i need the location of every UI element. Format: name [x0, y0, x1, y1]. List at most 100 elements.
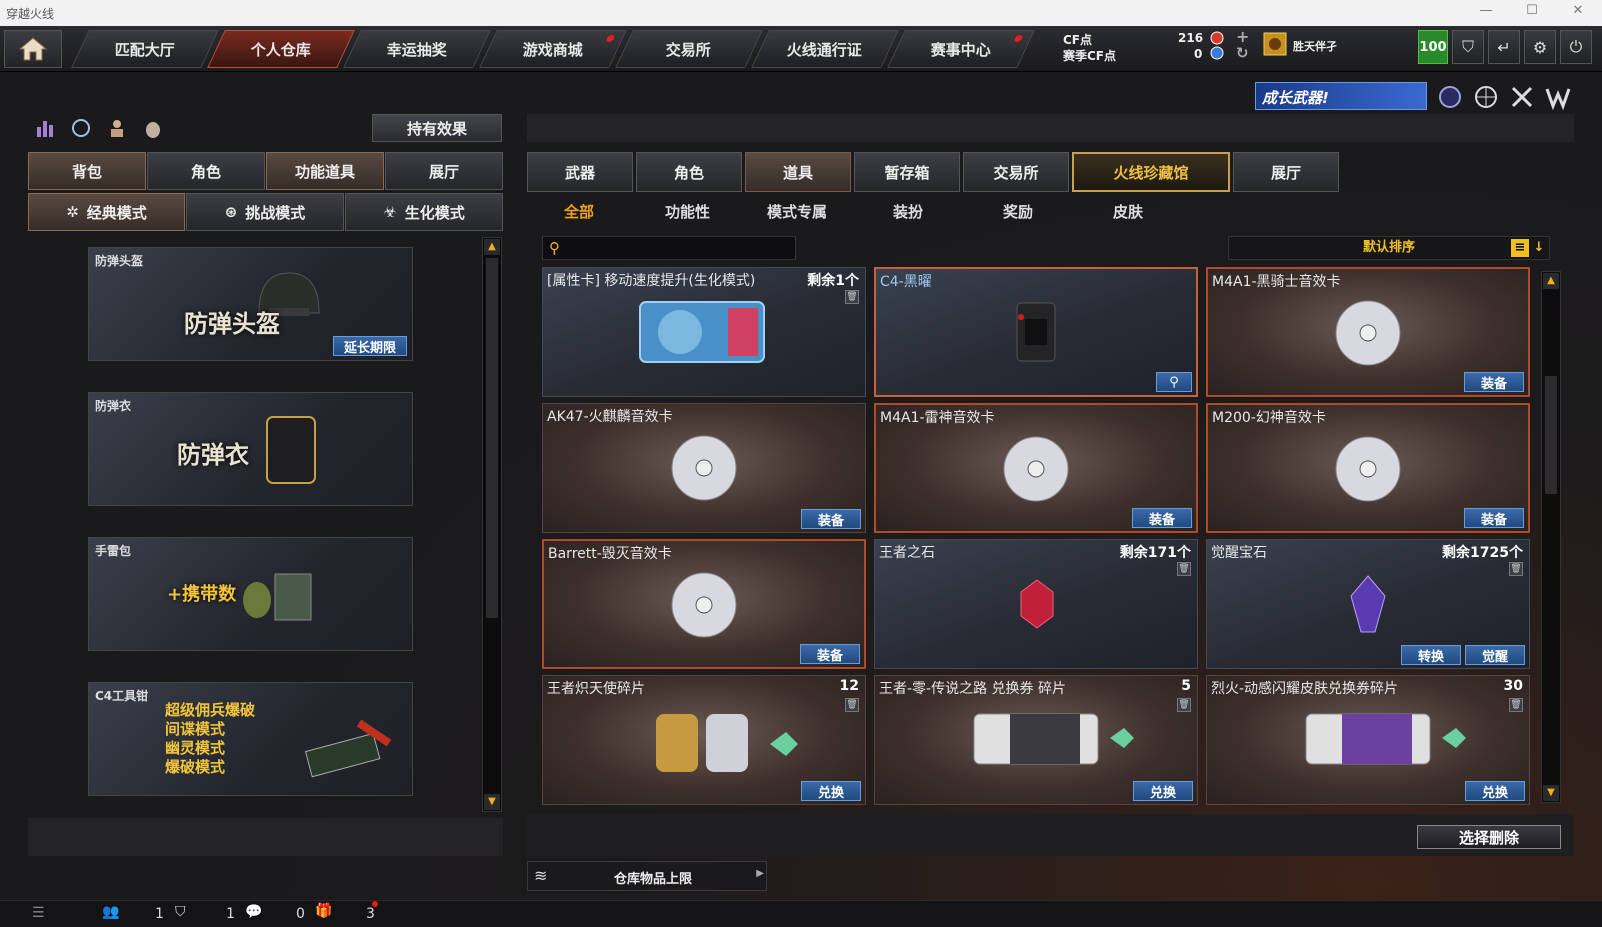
item-card[interactable]: AK47-火麒麟音效卡 装备 — [542, 403, 866, 533]
item-card[interactable]: Barrett-毁灭音效卡 装备 — [542, 539, 866, 669]
mode-challenge[interactable]: ⊛ 挑战模式 — [186, 193, 344, 231]
sort-order-icon[interactable]: ↓ — [1531, 239, 1547, 257]
awaken-button[interactable]: 觉醒 — [1465, 645, 1525, 665]
equip-button[interactable]: 装备 — [800, 644, 860, 664]
convert-button[interactable]: 转换 — [1401, 645, 1461, 665]
mode-zombie[interactable]: ☣ 生化模式 — [345, 193, 503, 231]
extend-duration-button[interactable]: 延长期限 — [333, 336, 407, 356]
inspect-button[interactable]: ⚲ — [1156, 372, 1192, 392]
item-card[interactable]: 王者炽天使碎片 12 🗑 兑换 — [542, 675, 866, 805]
tab-weapons[interactable]: 武器 — [527, 152, 633, 192]
tab-showroom[interactable]: 展厅 — [385, 152, 503, 190]
equip-button[interactable]: 装备 — [1464, 508, 1524, 528]
expand-arrow-icon[interactable]: ▶ — [756, 868, 764, 879]
capacity-bar[interactable]: ≋ 仓库物品上限 ▶ — [527, 861, 767, 891]
tab-backpack[interactable]: 背包 — [28, 152, 146, 190]
item-card[interactable]: 王者-零-传说之路 兑换券 碎片 5 🗑 兑换 — [874, 675, 1198, 805]
shield-button[interactable]: ⛉ — [1452, 30, 1484, 64]
c4-pliers-card[interactable]: C4工具钳 超级佣兵爆破 间谍模式 幽灵模式 爆破模式 — [88, 682, 413, 796]
sort-dropdown[interactable]: 默认排序 ≡ ↓ — [1228, 236, 1550, 260]
item-card[interactable]: 烈火-动感闪耀皮肤兑换券碎片 30 🗑 兑换 — [1206, 675, 1530, 805]
refresh-button[interactable]: ↻ — [1236, 44, 1249, 62]
trash-icon[interactable]: 🗑 — [1509, 698, 1523, 712]
medal-icon[interactable] — [1437, 84, 1463, 110]
trash-icon[interactable]: 🗑 — [845, 290, 859, 304]
left-scrollbar[interactable]: ▲ ▼ — [482, 237, 502, 812]
tab-battle-pass[interactable]: 火线通行证 — [751, 30, 899, 68]
trash-icon[interactable]: 🗑 — [1177, 562, 1191, 576]
w-emblem-icon[interactable] — [1545, 84, 1571, 110]
select-delete-button[interactable]: 选择删除 — [1417, 825, 1561, 849]
promo-banner[interactable]: 成长武器! — [1255, 82, 1427, 110]
stats-icon[interactable] — [34, 117, 56, 139]
power-button[interactable]: ⏻ — [1560, 30, 1592, 64]
main-scrollbar[interactable]: ▲ ▼ — [1541, 271, 1561, 803]
chat-icon[interactable]: 💬 — [245, 904, 262, 920]
grenade-icon[interactable] — [142, 117, 164, 139]
search-box[interactable]: ⚲ — [542, 236, 796, 260]
tab-match-lobby[interactable]: 匹配大厅 — [71, 30, 219, 68]
clan-icon[interactable]: ⛉ — [175, 904, 186, 920]
subtab-skins[interactable]: 皮肤 — [1113, 201, 1143, 222]
tab-gallery[interactable]: 展厅 — [1233, 152, 1339, 192]
equip-button[interactable]: 装备 — [1464, 372, 1524, 392]
subtab-mode-exclusive[interactable]: 模式专属 — [767, 201, 827, 222]
tab-exchange-house[interactable]: 交易所 — [963, 152, 1069, 192]
tab-collection-hall[interactable]: 火线珍藏馆 — [1072, 152, 1230, 192]
tab-game-store[interactable]: 游戏商城 — [479, 30, 627, 68]
maximize-button[interactable]: ☐ — [1512, 3, 1552, 18]
holding-effect-button[interactable]: 持有效果 — [372, 114, 502, 142]
list-view-icon[interactable]: ≡ — [1511, 239, 1529, 257]
scroll-down-icon[interactable]: ▼ — [484, 794, 500, 810]
minimize-button[interactable]: — — [1466, 3, 1506, 18]
subtab-functional[interactable]: 功能性 — [665, 201, 710, 222]
trash-icon[interactable]: 🗑 — [1509, 562, 1523, 576]
scroll-up-icon[interactable]: ▲ — [484, 239, 500, 255]
item-card[interactable]: M200-幻神音效卡 装备 — [1206, 403, 1530, 533]
tab-items[interactable]: 道具 — [745, 152, 851, 192]
crossed-swords-icon[interactable] — [1509, 84, 1535, 110]
redeem-button[interactable]: 兑换 — [1465, 781, 1525, 801]
subtab-cosmetic[interactable]: 装扮 — [893, 201, 923, 222]
subtab-rewards[interactable]: 奖励 — [1003, 201, 1033, 222]
search-input[interactable] — [569, 239, 789, 257]
armor-card[interactable]: 防弹衣 防弹衣 — [88, 392, 413, 506]
scroll-up-icon[interactable]: ▲ — [1543, 273, 1559, 289]
redeem-button[interactable]: 兑换 — [801, 781, 861, 801]
tab-lucky-draw[interactable]: 幸运抽奖 — [343, 30, 491, 68]
helmet-card[interactable]: 防弹头盔 防弹头盔 延长期限 — [88, 247, 413, 361]
redeem-button[interactable]: 兑换 — [1133, 781, 1193, 801]
equip-button[interactable]: 装备 — [1132, 508, 1192, 528]
trash-icon[interactable]: 🗑 — [845, 698, 859, 712]
item-card[interactable]: 觉醒宝石 剩余1725个 🗑 转换 觉醒 — [1206, 539, 1530, 669]
item-card[interactable]: C4-黑曜 ⚲ — [874, 267, 1198, 397]
return-button[interactable]: ↵ — [1488, 30, 1520, 64]
tab-personal-storage[interactable]: 个人仓库 — [207, 30, 355, 68]
item-card[interactable]: M4A1-黑骑士音效卡 装备 — [1206, 267, 1530, 397]
settings-button[interactable]: ⚙ — [1524, 30, 1556, 64]
character-icon[interactable] — [106, 117, 128, 139]
menu-icon[interactable]: ☰ — [32, 905, 45, 921]
trash-icon[interactable]: 🗑 — [1177, 698, 1191, 712]
tab-character[interactable]: 角色 — [147, 152, 265, 190]
friends-icon[interactable]: 👥 — [102, 904, 119, 920]
tab-event-center[interactable]: 赛事中心 — [887, 30, 1035, 68]
item-card[interactable]: M4A1-雷神音效卡 装备 — [874, 403, 1198, 533]
tab-temp-box[interactable]: 暂存箱 — [854, 152, 960, 192]
tab-roles[interactable]: 角色 — [636, 152, 742, 192]
tab-exchange[interactable]: 交易所 — [615, 30, 763, 68]
grenade-pack-card[interactable]: 手雷包 +携带数 — [88, 537, 413, 651]
item-card[interactable]: 王者之石 剩余171个 🗑 — [874, 539, 1198, 669]
scroll-down-icon[interactable]: ▼ — [1543, 785, 1559, 801]
rotate-icon[interactable] — [70, 117, 92, 139]
mode-classic[interactable]: ✲ 经典模式 — [28, 193, 185, 231]
subtab-all[interactable]: 全部 — [564, 201, 594, 222]
equip-button[interactable]: 装备 — [801, 509, 861, 529]
gift-icon[interactable]: 🎁 — [315, 903, 332, 919]
close-button[interactable]: ✕ — [1558, 3, 1598, 18]
globe-icon[interactable] — [1473, 84, 1499, 110]
item-card[interactable]: [属性卡] 移动速度提升(生化模式) 剩余1个 🗑 — [542, 267, 866, 397]
scroll-thumb[interactable] — [486, 258, 498, 618]
tab-functional-items[interactable]: 功能道具 — [266, 152, 384, 190]
scroll-thumb[interactable] — [1545, 376, 1557, 494]
